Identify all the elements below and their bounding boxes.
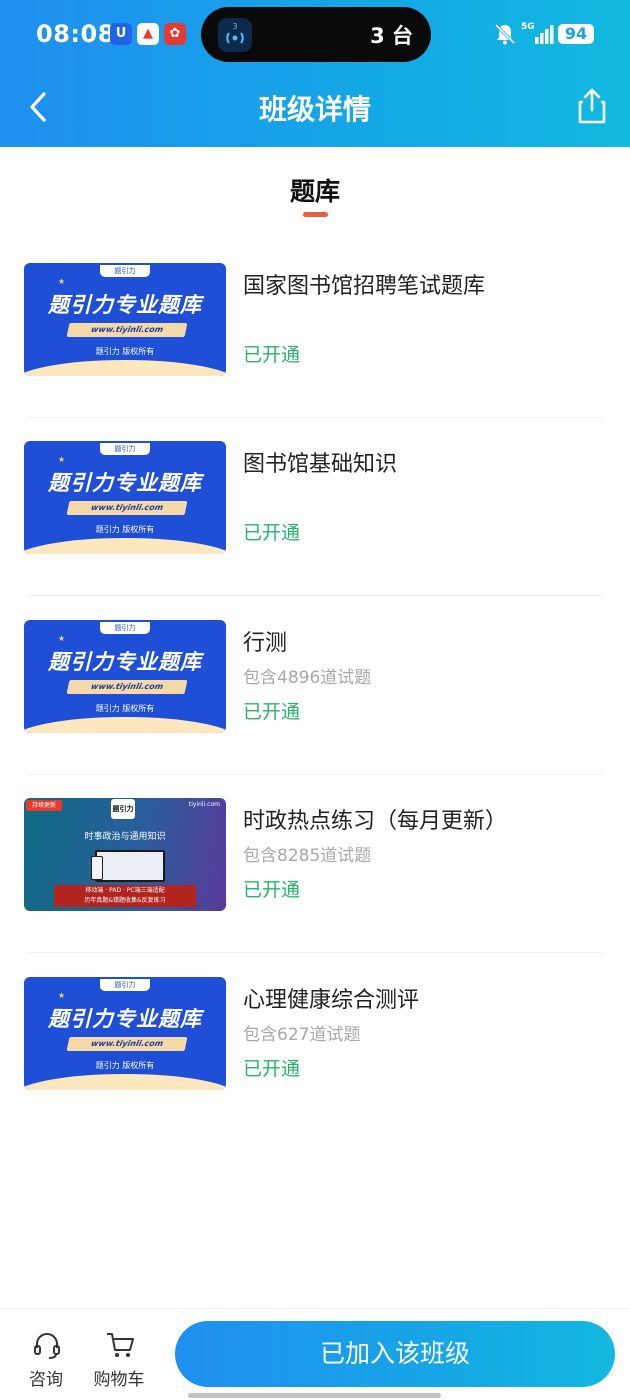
thumb-headline: 题引力专业题库 [48,293,202,317]
item-name: 时政热点练习（每月更新） [243,809,508,834]
divider [28,952,602,953]
broadcast-icon: 3 [218,18,252,52]
item-count: 包含8285道试题 [243,846,372,866]
home-indicator [188,1393,441,1398]
item-status: 已开通 [243,1058,301,1080]
network-type: 5G [521,22,535,32]
monitor-icon [95,850,165,882]
question-bank-item[interactable]: 题引力 ★ 题引力专业题库 www.tiyinli.com 题引力 版权所有 心… [0,954,630,1132]
thumb-headline: 题引力专业题库 [48,650,202,674]
page-title: 班级详情 [258,93,371,126]
app-notification-icon: ✿ [164,23,186,45]
question-bank-thumbnail: 题引力 ★ 题引力专业题库 www.tiyinli.com 题引力 版权所有 [24,441,226,554]
thumb-sub: 题引力 版权所有 [95,704,155,713]
thumb-wave [24,538,226,554]
thumb-banner-line: 移动端 · PAD · PC端三端适配 [85,887,165,894]
divider [28,595,602,596]
star-icon: ★ [58,634,66,643]
dynamic-island[interactable]: 3 3 台 [201,7,431,62]
item-count: 包含627道试题 [243,1025,361,1045]
item-status: 已开通 [243,344,301,366]
joined-class-button[interactable]: 已加入该班级 [175,1321,615,1387]
item-name: 国家图书馆招聘笔试题库 [243,274,486,299]
thumb-banner-line: 历年真题&错题收集&反复练习 [84,897,166,904]
question-bank-item[interactable]: 题引力 ★ 题引力专业题库 www.tiyinli.com 题引力 版权所有 国… [0,240,630,418]
thumb-banner: 移动端 · PAD · PC端三端适配 历年真题&错题收集&反复练习 [54,885,196,907]
thumb-site: tiyinli.com [188,801,220,808]
section-title: 题库 [289,177,340,206]
question-bank-item[interactable]: 持续更新 题引力 tiyinli.com 时事政治与通用知识 移动端 · PAD… [0,775,630,953]
item-status: 已开通 [243,879,301,901]
thumb-headline: 题引力专业题库 [48,471,202,495]
thumb-logo: 题引力 [100,979,150,991]
question-bank-thumbnail: 题引力 ★ 题引力专业题库 www.tiyinli.com 题引力 版权所有 [24,977,226,1090]
nav-bar: 班级详情 [0,68,630,147]
thumb-logo: 题引力 [100,443,150,455]
thumb-url: www.tiyinli.com [66,501,188,515]
star-icon: ★ [58,455,66,464]
item-status: 已开通 [243,701,301,723]
thumb-wave [24,1074,226,1090]
app-notification-icon: U [110,23,132,45]
item-name: 行测 [243,631,288,656]
item-name: 图书馆基础知识 [243,452,398,477]
thumb-sub: 题引力 版权所有 [95,525,155,534]
app-notification-icon: ▲ [137,23,159,45]
headset-icon [34,1333,60,1359]
question-bank-thumbnail: 持续更新 题引力 tiyinli.com 时事政治与通用知识 移动端 · PAD… [24,798,226,911]
thumb-head: 时事政治与通用知识 [84,832,166,842]
thumb-logo: 题引力 [100,622,150,634]
cart-icon [107,1333,134,1357]
item-status: 已开通 [243,522,301,544]
section-underline [303,212,328,217]
share-icon[interactable] [574,86,610,126]
thumb-headline: 题引力专业题库 [48,1007,202,1031]
thumb-brand: 题引力 [111,799,135,819]
thumb-sub: 题引力 版权所有 [95,1061,155,1070]
thumb-wave [24,360,226,376]
thumb-wave [24,717,226,733]
thumb-sub: 题引力 版权所有 [95,347,155,356]
mute-bell-icon [494,23,516,45]
thumb-tag: 持续更新 [26,800,63,811]
star-icon: ★ [58,991,66,1000]
status-bar: 08:08 U ▲ ✿ 3 3 台 5G 94 [0,0,630,68]
battery-icon: 94 [558,24,594,44]
signal-5g-icon: 5G [521,22,554,44]
island-badge: 3 [232,22,237,31]
question-bank-item[interactable]: 题引力 ★ 题引力专业题库 www.tiyinli.com 题引力 版权所有 行… [0,597,630,775]
header: 08:08 U ▲ ✿ 3 3 台 5G 94 班级详情 [0,0,630,147]
star-icon: ★ [58,277,66,286]
question-bank-thumbnail: 题引力 ★ 题引力专业题库 www.tiyinli.com 题引力 版权所有 [24,263,226,376]
cart-tab[interactable]: 购物车 [91,1329,147,1390]
cart-label: 购物车 [93,1370,145,1390]
item-name: 心理健康综合测评 [243,988,420,1013]
consult-tab[interactable]: 咨询 [18,1329,74,1390]
question-bank-item[interactable]: 题引力 ★ 题引力专业题库 www.tiyinli.com 题引力 版权所有 图… [0,418,630,596]
thumb-url: www.tiyinli.com [66,1037,188,1051]
island-text: 3 台 [370,24,413,48]
item-count: 包含4896道试题 [243,668,372,688]
question-bank-thumbnail: 题引力 ★ 题引力专业题库 www.tiyinli.com 题引力 版权所有 [24,620,226,733]
phone-icon [91,856,103,880]
status-time: 08:08 [36,20,115,48]
thumb-url: www.tiyinli.com [66,680,188,694]
thumb-logo: 题引力 [100,265,150,277]
bottom-bar: 咨询 购物车 已加入该班级 [0,1308,630,1400]
consult-label: 咨询 [29,1370,63,1390]
thumb-url: www.tiyinli.com [66,323,188,337]
